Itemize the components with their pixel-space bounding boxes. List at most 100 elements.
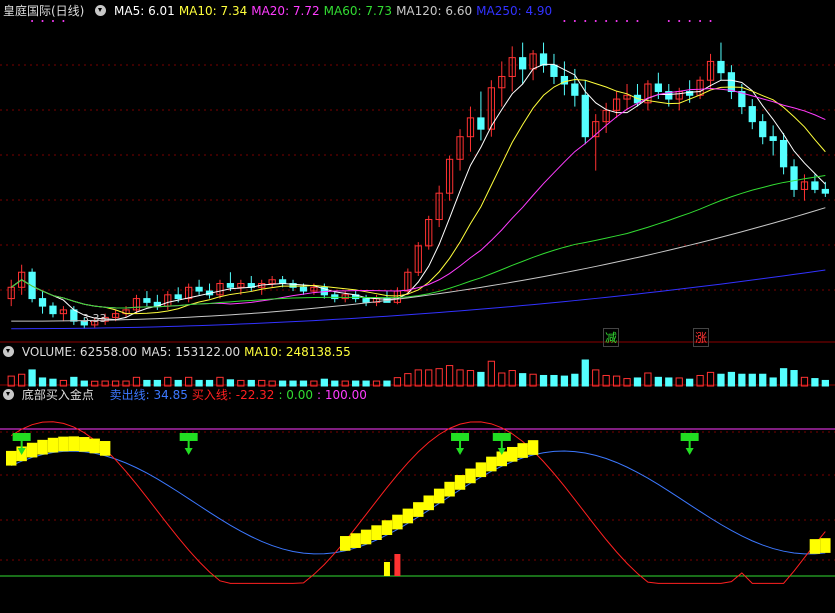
dropdown-circle-icon[interactable]: [3, 346, 14, 357]
signal-block: [37, 439, 48, 455]
signal-block: [99, 441, 111, 456]
ma10-line: [10, 78, 826, 315]
volume-bar: [331, 380, 339, 387]
ma5-line: [10, 63, 826, 321]
top-dot-marker: [605, 20, 608, 22]
top-dot-marker: [573, 20, 576, 22]
volume-bar: [435, 368, 443, 387]
volume-bar: [143, 379, 151, 387]
indicator-title: 底部买入金点: [21, 388, 94, 402]
volume-bar: [633, 377, 642, 387]
signal-block: [444, 481, 455, 497]
volume-bar: [153, 379, 161, 387]
indicator-label-0: 卖出线: 34.85: [109, 388, 188, 402]
volume-bar: [560, 375, 569, 387]
candle-body: [362, 298, 370, 303]
volume-bar: [352, 380, 360, 387]
candle-body: [759, 121, 767, 138]
volume-bar: [425, 369, 433, 387]
volume-bar: [289, 380, 297, 387]
candle-body: [727, 72, 736, 93]
signal-block: [58, 436, 69, 452]
chart-canvas: [0, 20, 835, 584]
volume-bar: [247, 379, 255, 387]
candle-body: [143, 298, 151, 303]
top-dot-marker: [62, 20, 65, 22]
signal-block: [26, 442, 38, 458]
bottom-signal-bar: [394, 554, 401, 576]
candle-body: [769, 136, 777, 141]
top-dot-marker: [594, 20, 597, 22]
volume-bar: [477, 371, 485, 387]
dropdown-circle-icon[interactable]: [3, 389, 14, 400]
candle-body: [174, 294, 182, 300]
top-dot-marker: [626, 20, 629, 22]
top-dot-marker: [563, 20, 566, 22]
indicator-label-1: 买入线: -22.32: [191, 388, 275, 402]
volume-label-1: MA5: 153122.00: [141, 345, 241, 359]
badge-rise: 涨: [693, 328, 710, 347]
top-dot-marker: [41, 20, 44, 22]
volume-bar: [706, 371, 715, 387]
signal-block: [820, 538, 831, 553]
bottom-signal-bar: [383, 562, 390, 576]
volume-bar: [466, 370, 475, 387]
signal-block: [475, 462, 487, 478]
volume-bar: [644, 372, 652, 387]
signal-block: [68, 436, 80, 452]
signal-block: [350, 533, 361, 548]
top-dot-marker: [678, 20, 681, 22]
signal-block: [413, 502, 424, 517]
top-dot-marker: [709, 20, 712, 22]
signal-block: [433, 488, 445, 504]
volume-bar: [686, 378, 694, 387]
volume-bar: [519, 373, 527, 387]
signal-block: [47, 437, 59, 453]
top-dot-marker: [636, 20, 639, 22]
candle-body: [717, 60, 725, 74]
volume-bar: [665, 377, 673, 387]
volume-bar: [581, 359, 589, 387]
badge-reduce: 减: [603, 328, 620, 347]
candle-body: [477, 117, 485, 130]
volume-bar: [70, 376, 78, 387]
candle-body: [654, 83, 662, 93]
volume-label-0: VOLUME: 62558.00: [21, 345, 138, 359]
volume-bar: [696, 374, 704, 387]
signal-block: [486, 456, 497, 472]
volume-bar: [49, 378, 57, 387]
volume-bar: [28, 369, 36, 387]
volume-bar: [18, 373, 26, 387]
volume-bar: [456, 369, 464, 387]
volume-bar: [404, 373, 412, 387]
volume-bar: [320, 378, 328, 387]
signal-block: [507, 446, 518, 462]
candle-body: [748, 106, 756, 123]
volume-header: VOLUME: 62558.00 MA5: 153122.00 MA10: 2481…: [0, 344, 359, 360]
volume-bar: [738, 373, 746, 387]
signal-block: [371, 525, 382, 540]
volume-bar: [550, 374, 558, 387]
volume-bar: [278, 380, 287, 387]
signal-block: [392, 514, 403, 530]
top-dot-marker: [688, 20, 691, 22]
top-dot-marker: [699, 20, 702, 22]
volume-bar: [80, 380, 88, 387]
signal-block: [79, 437, 90, 452]
candle-body: [28, 271, 36, 300]
arrow-head-icon: [680, 433, 699, 441]
signal-block: [527, 440, 539, 455]
indicator-header: 底部买入金点 卖出线: 34.85 买入线: -22.32: 0.00: 100.…: [0, 387, 375, 403]
volume-label-2: MA10: 248138.55: [244, 345, 351, 359]
volume-bar: [769, 377, 777, 387]
candle-body: [331, 294, 339, 300]
indicator-label-2: : 0.00: [278, 388, 314, 402]
volume-bar: [779, 368, 788, 387]
volume-bar: [205, 379, 214, 387]
candle-body: [571, 83, 579, 96]
top-dot-marker: [31, 20, 34, 22]
candle-body: [811, 181, 819, 190]
candle-body: [519, 57, 527, 70]
top-dot-marker: [615, 20, 618, 22]
candle-body: [70, 309, 78, 322]
